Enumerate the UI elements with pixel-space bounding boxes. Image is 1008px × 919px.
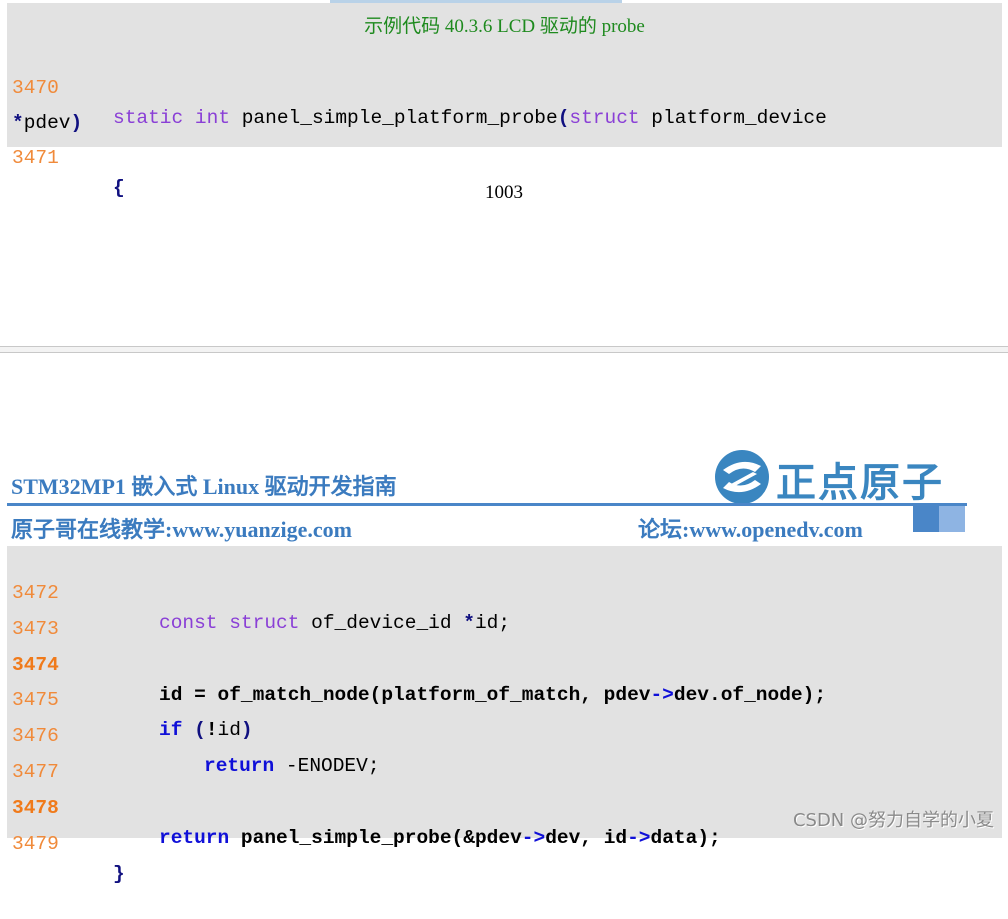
decor-block-dark — [913, 506, 939, 532]
brace: } — [113, 863, 125, 885]
code-line: *pdev) — [7, 78, 82, 134]
code-text: if (!id) — [159, 715, 253, 745]
page-separator — [0, 346, 1008, 353]
tutorial-link[interactable]: 原子哥在线教学:www.yuanzige.com — [11, 512, 352, 544]
document-title: STM32MP1 嵌入式 Linux 驱动开发指南 — [11, 474, 397, 499]
line-number: 3471 — [12, 147, 59, 169]
paren: ) — [240, 719, 253, 741]
code-line: 3474 id = of_match_node(platform_of_matc… — [7, 620, 826, 706]
keyword: static — [113, 107, 184, 129]
keyword: int — [194, 107, 231, 129]
brand-name: 正点原子 — [776, 460, 944, 506]
watermark: CSDN @努力自学的小夏 — [792, 810, 994, 831]
header-rule — [7, 503, 967, 506]
code-text: id = of_match_node(platform_of_match, pd… — [159, 680, 826, 710]
keyword: struct — [569, 107, 640, 129]
not-operator: ! — [205, 719, 218, 741]
statement: dev, id — [545, 827, 628, 849]
statement: -ENODEV; — [274, 755, 380, 777]
identifier: platform_device — [639, 107, 827, 129]
code-line: 3473 — [7, 584, 59, 640]
code-text: static int panel_simple_platform_probe(s… — [113, 103, 827, 133]
code-line: 3479 } — [7, 799, 125, 885]
code-text: return panel_simple_probe(&pdev->dev, id… — [159, 823, 721, 853]
statement: data); — [650, 827, 721, 849]
identifier: id — [217, 719, 241, 741]
code-line: 3470 static int panel_simple_platform_pr… — [7, 43, 827, 129]
code-line: 3472 const struct of_device_id *id; — [7, 548, 510, 634]
keyword: const — [159, 612, 218, 634]
keyword: return — [159, 827, 230, 849]
arrow: -> — [650, 684, 674, 706]
arrow: -> — [627, 827, 651, 849]
code-text: return -ENODEV; — [204, 751, 380, 781]
code-line: 3471 { — [7, 113, 125, 199]
star: * — [463, 612, 475, 634]
code-block-bottom: 3472 const struct of_device_id *id; 3473… — [7, 546, 1002, 885]
brand-logo-icon — [715, 450, 769, 504]
identifier: panel_simple_platform_probe — [230, 107, 558, 129]
identifier: of_device_id — [299, 612, 464, 634]
decor-block-light — [939, 506, 965, 532]
code-text: const struct of_device_id *id; — [159, 608, 510, 638]
code-block-top: 示例代码 40.3.6 LCD 驱动的 probe 3470 static in… — [7, 3, 1002, 199]
statement: dev.of_node); — [673, 684, 827, 706]
identifier: id; — [474, 612, 511, 634]
keyword: if — [159, 719, 183, 741]
code-line: 3475 if (!id) — [7, 655, 253, 741]
forum-link[interactable]: 论坛:www.openedv.com — [638, 512, 863, 544]
code-line: 3476 return -ENODEV; — [7, 691, 380, 777]
arrow: -> — [521, 827, 546, 849]
code-caption: 示例代码 40.3.6 LCD 驱动的 probe — [364, 16, 645, 37]
code-line: 3477 — [7, 727, 59, 783]
statement: panel_simple_probe(&pdev — [229, 827, 522, 849]
page-number: 1003 — [485, 182, 523, 203]
code-line: 3478 return panel_simple_probe(&pdev->de… — [7, 763, 721, 849]
line-number: 3479 — [12, 833, 59, 855]
paren: ( — [557, 107, 570, 129]
paren: ( — [182, 719, 206, 741]
keyword: struct — [229, 612, 300, 634]
paren: ) — [70, 112, 83, 134]
keyword: return — [204, 755, 275, 777]
statement: id = of_match_node(platform_of_match, pd… — [159, 684, 651, 706]
